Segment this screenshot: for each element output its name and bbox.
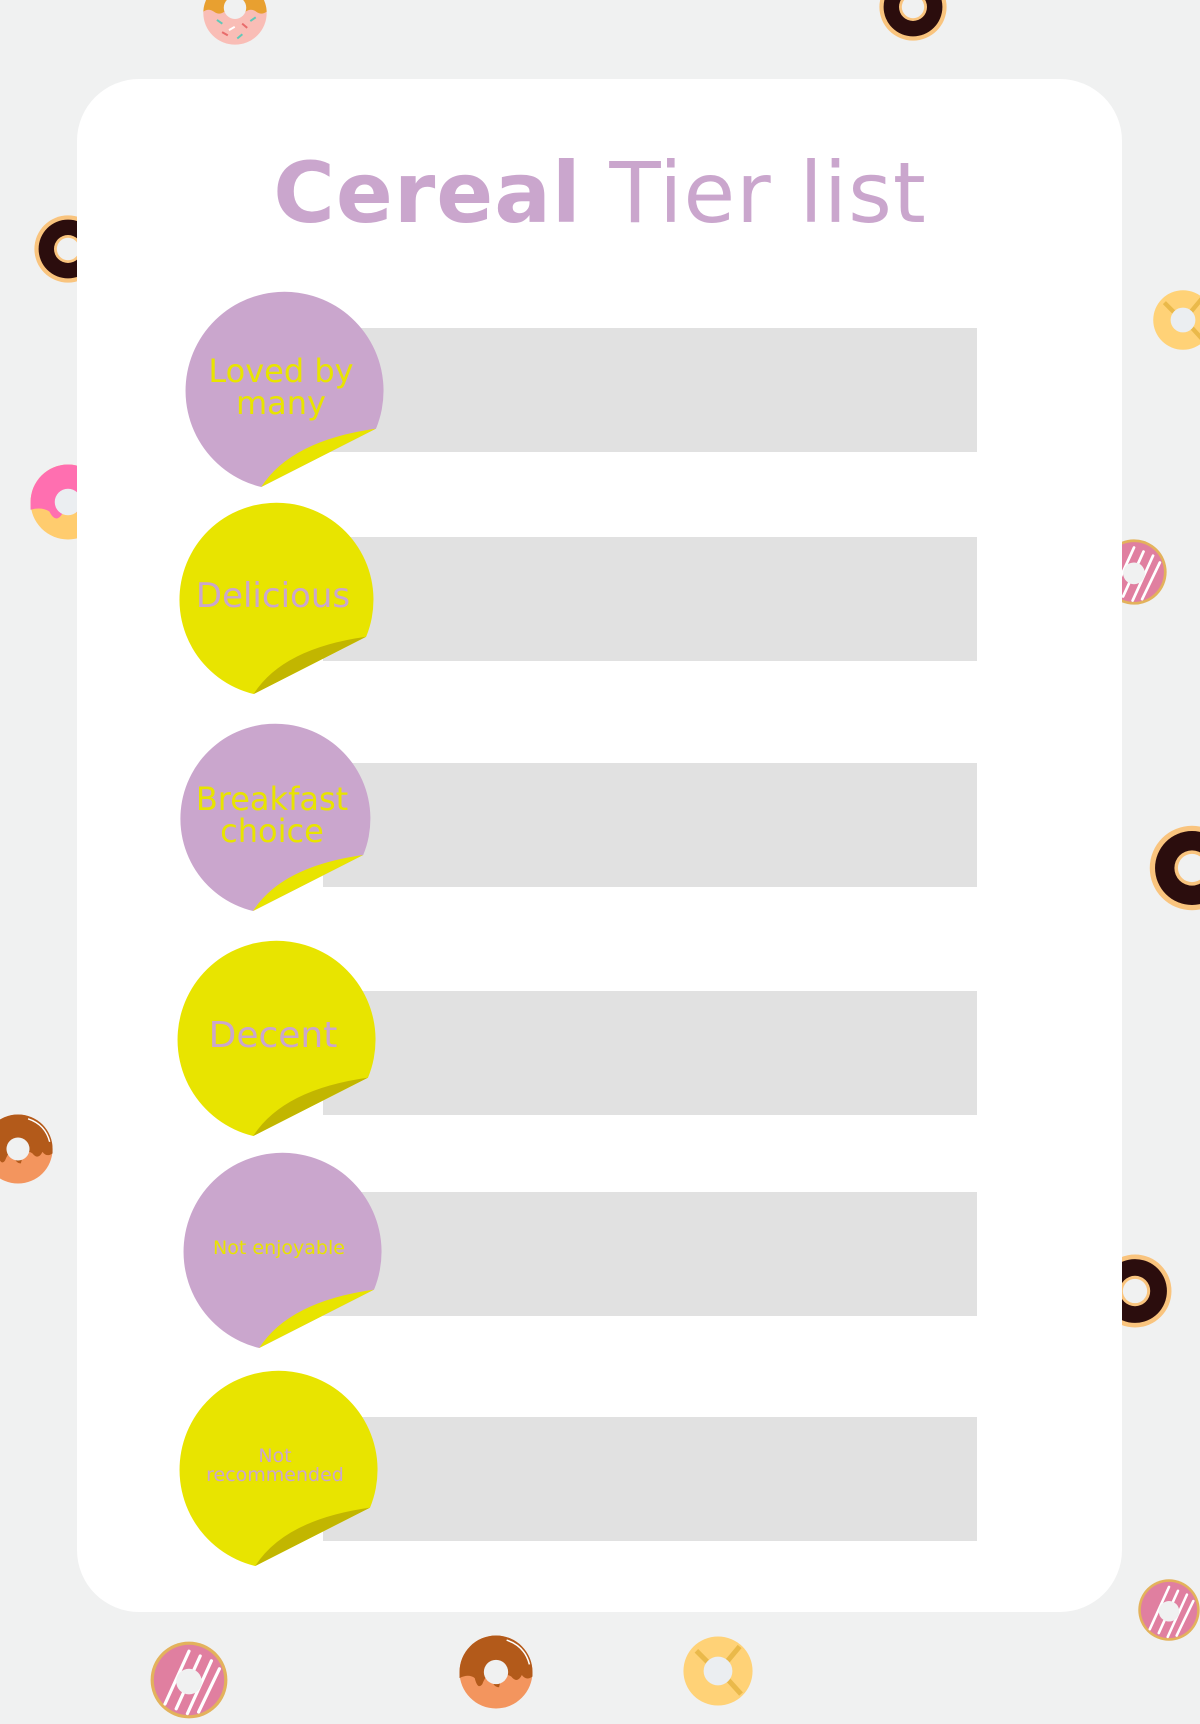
pink-striped-donut-icon [149,1640,229,1724]
strawberry-sprinkle-donut-icon [202,0,268,50]
tier-drop-zone[interactable] [323,991,977,1115]
sticker-shape [179,1370,378,1567]
chocolate-donut-icon [878,0,948,46]
yellow-ring-donut-icon [682,1635,754,1711]
sticker-shape [177,940,376,1137]
tier-drop-zone[interactable] [323,1192,977,1316]
chocolate-donut-icon [1148,824,1200,916]
caramel-donut-icon [0,1113,54,1189]
sticker-body [185,291,384,488]
sticker-shape [180,723,371,912]
sticker-body [183,1152,382,1349]
tier-drop-zone[interactable] [323,537,977,661]
tier-sticker: Not enjoyable [180,1151,382,1349]
sticker-shape [185,291,384,488]
tier-sticker: Decent [174,939,376,1137]
tier-sticker: Not recommended [176,1369,378,1567]
pink-striped-donut-icon [1137,1578,1200,1646]
tier-drop-zone[interactable] [323,1417,977,1541]
tier-drop-zone[interactable] [323,763,977,887]
tier-sticker: Loved by many [182,290,384,488]
sticker-body [179,502,374,695]
title-bold: Cereal [273,144,582,242]
page-title: Cereal Tier list [0,143,1200,243]
tier-sticker: Delicious [176,501,374,695]
sticker-shape [179,502,374,695]
title-light: Tier list [609,144,927,242]
sticker-shape [183,1152,382,1349]
sticker-body [180,723,371,912]
yellow-ring-donut-icon [1152,289,1200,355]
tier-sticker: Breakfast choice [177,722,371,912]
sticker-body [177,940,376,1137]
caramel-donut-icon [458,1634,534,1714]
tier-drop-zone[interactable] [323,328,977,452]
sticker-body [179,1370,378,1567]
